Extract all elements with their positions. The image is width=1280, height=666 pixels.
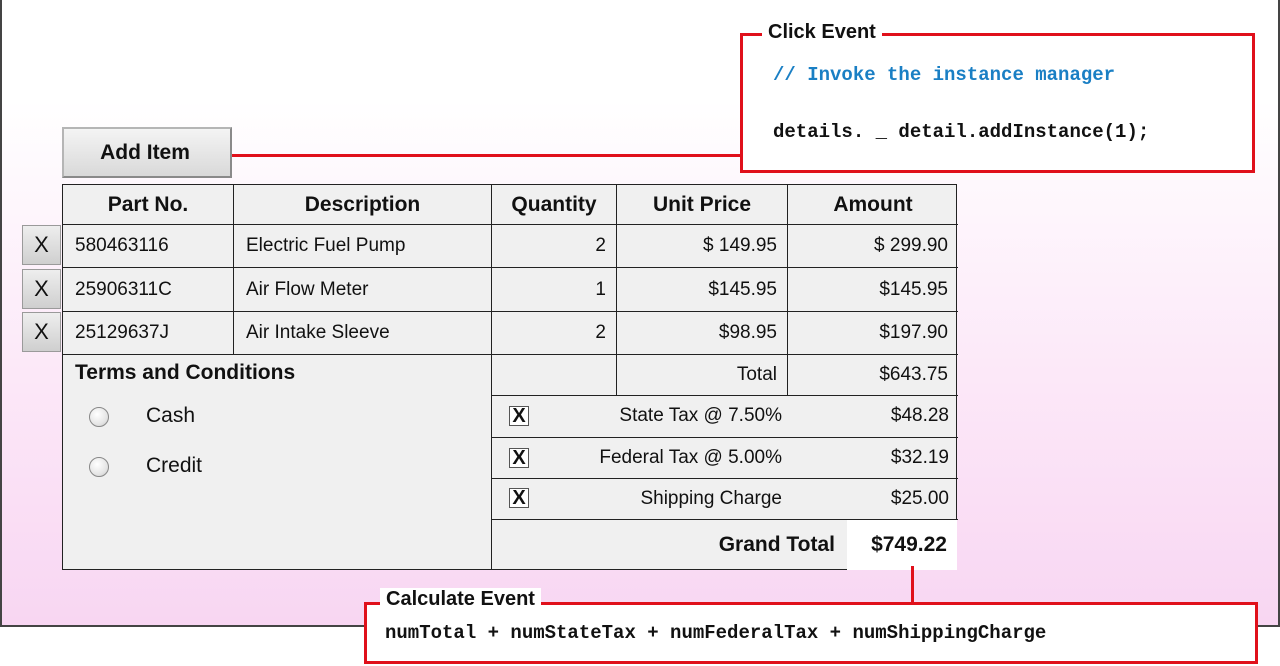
cash-radio[interactable] — [89, 407, 109, 427]
description-field[interactable]: Air Intake Sleeve — [234, 312, 492, 355]
column-header-quantity: Quantity — [492, 185, 617, 225]
quantity-field[interactable]: 1 — [492, 268, 617, 312]
amount-field: $197.90 — [788, 312, 958, 355]
federal-tax-checkbox[interactable]: X — [509, 448, 529, 468]
federal-tax-label: Federal Tax @ 5.00% — [599, 447, 782, 468]
click-event-comment: // Invoke the instance manager — [773, 64, 1116, 86]
delete-row-button[interactable]: X — [22, 269, 61, 309]
state-tax-value: $48.28 — [890, 405, 949, 426]
cash-label: Cash — [146, 404, 196, 427]
column-header-amount: Amount — [788, 185, 958, 225]
credit-radio[interactable] — [89, 457, 109, 477]
column-header-part-no: Part No. — [63, 185, 234, 225]
calculate-event-leader-line — [911, 566, 914, 604]
delete-row-button[interactable]: X — [22, 312, 61, 352]
part-no-field[interactable]: 25906311C — [63, 268, 234, 312]
state-tax-label: State Tax @ 7.50% — [619, 405, 782, 426]
amount-field: $ 299.90 — [788, 225, 958, 268]
click-event-leader-line — [232, 154, 742, 157]
state-tax-row: X State Tax @ 7.50% $48.28 — [492, 396, 958, 438]
total-label: Total — [617, 355, 788, 396]
shipping-checkbox[interactable]: X — [509, 488, 529, 508]
total-value: $643.75 — [788, 355, 958, 396]
calculate-event-title: Calculate Event — [380, 588, 541, 611]
click-event-title: Click Event — [762, 21, 882, 44]
grand-total-value: $749.22 — [847, 520, 957, 570]
terms-title: Terms and Conditions — [75, 361, 296, 384]
state-tax-checkbox[interactable]: X — [509, 406, 529, 426]
description-field[interactable]: Electric Fuel Pump — [234, 225, 492, 268]
calculate-event-code: numTotal + numStateTax + numFederalTax +… — [385, 622, 1047, 644]
grand-total-label: Grand Total — [718, 533, 835, 556]
click-event-callout: // Invoke the instance manager details. … — [740, 33, 1255, 173]
calculate-event-callout: numTotal + numStateTax + numFederalTax +… — [364, 602, 1258, 664]
delete-row-button[interactable]: X — [22, 225, 61, 265]
credit-label: Credit — [146, 454, 203, 477]
amount-field: $145.95 — [788, 268, 958, 312]
shipping-value: $25.00 — [890, 488, 949, 509]
part-no-field[interactable]: 25129637J — [63, 312, 234, 355]
total-spacer — [492, 355, 617, 396]
shipping-row: X Shipping Charge $25.00 — [492, 479, 958, 520]
quantity-field[interactable]: 2 — [492, 312, 617, 355]
quantity-field[interactable]: 2 — [492, 225, 617, 268]
add-item-button[interactable]: Add Item — [62, 127, 232, 178]
order-form-table: Part No. Description Quantity Unit Price… — [62, 184, 958, 570]
description-field[interactable]: Air Flow Meter — [234, 268, 492, 312]
shipping-label: Shipping Charge — [640, 488, 782, 509]
click-event-code: details. _ detail.addInstance(1); — [773, 121, 1150, 143]
terms-panel: Terms and Conditions Cash Credit — [63, 355, 492, 570]
part-no-field[interactable]: 580463116 — [63, 225, 234, 268]
column-header-unit-price: Unit Price — [617, 185, 788, 225]
unit-price-field[interactable]: $ 149.95 — [617, 225, 788, 268]
column-header-description: Description — [234, 185, 492, 225]
federal-tax-row: X Federal Tax @ 5.00% $32.19 — [492, 438, 958, 479]
federal-tax-value: $32.19 — [890, 447, 949, 468]
unit-price-field[interactable]: $98.95 — [617, 312, 788, 355]
unit-price-field[interactable]: $145.95 — [617, 268, 788, 312]
